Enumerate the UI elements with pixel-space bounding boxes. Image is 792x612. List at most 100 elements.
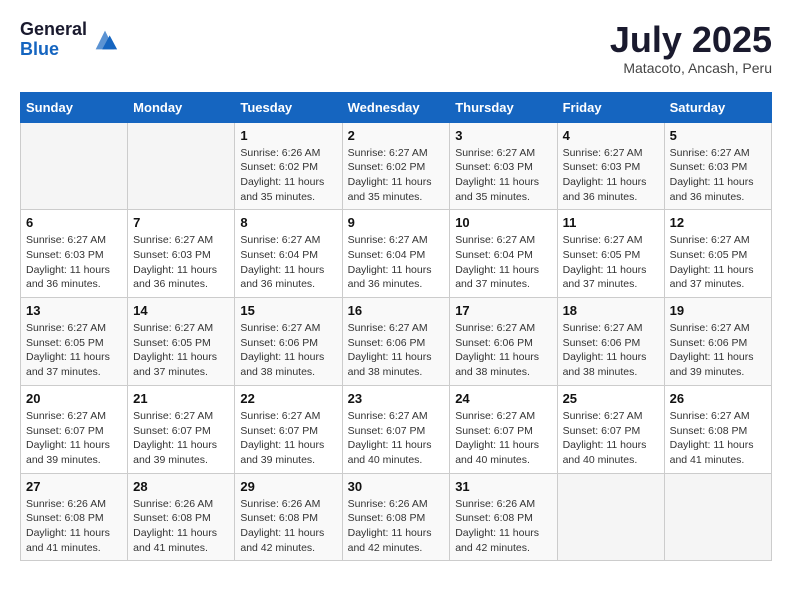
day-number: 26 [670,391,766,406]
day-number: 28 [133,479,229,494]
day-info: Sunrise: 6:27 AM Sunset: 6:05 PM Dayligh… [26,321,122,380]
day-number: 29 [240,479,336,494]
day-info: Sunrise: 6:27 AM Sunset: 6:02 PM Dayligh… [348,146,445,205]
day-number: 5 [670,128,766,143]
day-number: 23 [348,391,445,406]
day-info: Sunrise: 6:27 AM Sunset: 6:08 PM Dayligh… [670,409,766,468]
calendar-cell: 8 Sunrise: 6:27 AM Sunset: 6:04 PM Daylig… [235,210,342,298]
day-info: Sunrise: 6:27 AM Sunset: 6:03 PM Dayligh… [26,233,122,292]
calendar-cell: 1 Sunrise: 6:26 AM Sunset: 6:02 PM Daylig… [235,122,342,210]
day-number: 1 [240,128,336,143]
calendar-cell: 29 Sunrise: 6:26 AM Sunset: 6:08 PM Dayli… [235,473,342,561]
day-info: Sunrise: 6:26 AM Sunset: 6:08 PM Dayligh… [133,497,229,556]
calendar-cell: 7 Sunrise: 6:27 AM Sunset: 6:03 PM Daylig… [128,210,235,298]
calendar-cell: 26 Sunrise: 6:27 AM Sunset: 6:08 PM Dayli… [664,385,771,473]
day-info: Sunrise: 6:27 AM Sunset: 6:07 PM Dayligh… [455,409,551,468]
day-number: 17 [455,303,551,318]
day-number: 16 [348,303,445,318]
day-info: Sunrise: 6:27 AM Sunset: 6:06 PM Dayligh… [348,321,445,380]
title-block: July 2025 Matacoto, Ancash, Peru [610,20,772,76]
month-title: July 2025 [610,20,772,60]
day-info: Sunrise: 6:27 AM Sunset: 6:04 PM Dayligh… [348,233,445,292]
calendar-cell: 3 Sunrise: 6:27 AM Sunset: 6:03 PM Daylig… [450,122,557,210]
calendar-header: SundayMondayTuesdayWednesdayThursdayFrid… [21,92,772,122]
calendar-cell: 11 Sunrise: 6:27 AM Sunset: 6:05 PM Dayli… [557,210,664,298]
calendar-cell: 21Sunrise: 6:27 AM Sunset: 6:07 PM Dayli… [128,385,235,473]
day-info: Sunrise: 6:26 AM Sunset: 6:08 PM Dayligh… [26,497,122,556]
calendar-cell: 19Sunrise: 6:27 AM Sunset: 6:06 PM Dayli… [664,298,771,386]
calendar-week-row: 27 Sunrise: 6:26 AM Sunset: 6:08 PM Dayli… [21,473,772,561]
day-number: 10 [455,215,551,230]
calendar-cell: 13 Sunrise: 6:27 AM Sunset: 6:05 PM Dayli… [21,298,128,386]
location-text: Matacoto, Ancash, Peru [610,60,772,76]
calendar-cell: 25 Sunrise: 6:27 AM Sunset: 6:07 PM Dayli… [557,385,664,473]
day-number: 13 [26,303,122,318]
day-info: Sunrise: 6:27 AM Sunset: 6:07 PM Dayligh… [563,409,659,468]
calendar-cell: 15Sunrise: 6:27 AM Sunset: 6:06 PM Dayli… [235,298,342,386]
calendar-cell: 6 Sunrise: 6:27 AM Sunset: 6:03 PM Daylig… [21,210,128,298]
calendar-cell: 2Sunrise: 6:27 AM Sunset: 6:02 PM Daylig… [342,122,450,210]
day-number: 7 [133,215,229,230]
day-number: 20 [26,391,122,406]
header-cell-thursday: Thursday [450,92,557,122]
day-number: 14 [133,303,229,318]
day-info: Sunrise: 6:27 AM Sunset: 6:05 PM Dayligh… [563,233,659,292]
day-number: 27 [26,479,122,494]
day-info: Sunrise: 6:26 AM Sunset: 6:08 PM Dayligh… [240,497,336,556]
header-cell-friday: Friday [557,92,664,122]
day-info: Sunrise: 6:27 AM Sunset: 6:03 PM Dayligh… [455,146,551,205]
day-info: Sunrise: 6:27 AM Sunset: 6:03 PM Dayligh… [563,146,659,205]
day-number: 25 [563,391,659,406]
header-cell-wednesday: Wednesday [342,92,450,122]
day-info: Sunrise: 6:26 AM Sunset: 6:08 PM Dayligh… [455,497,551,556]
day-info: Sunrise: 6:27 AM Sunset: 6:06 PM Dayligh… [670,321,766,380]
day-number: 18 [563,303,659,318]
calendar-cell: 12Sunrise: 6:27 AM Sunset: 6:05 PM Dayli… [664,210,771,298]
day-number: 24 [455,391,551,406]
day-info: Sunrise: 6:27 AM Sunset: 6:03 PM Dayligh… [670,146,766,205]
logo-blue-text: Blue [20,40,87,60]
day-number: 31 [455,479,551,494]
calendar-cell: 22Sunrise: 6:27 AM Sunset: 6:07 PM Dayli… [235,385,342,473]
calendar-table: SundayMondayTuesdayWednesdayThursdayFrid… [20,92,772,562]
calendar-cell: 27 Sunrise: 6:26 AM Sunset: 6:08 PM Dayli… [21,473,128,561]
day-info: Sunrise: 6:26 AM Sunset: 6:08 PM Dayligh… [348,497,445,556]
calendar-week-row: 13 Sunrise: 6:27 AM Sunset: 6:05 PM Dayli… [21,298,772,386]
calendar-cell: 24 Sunrise: 6:27 AM Sunset: 6:07 PM Dayli… [450,385,557,473]
day-info: Sunrise: 6:27 AM Sunset: 6:07 PM Dayligh… [240,409,336,468]
calendar-cell: 10Sunrise: 6:27 AM Sunset: 6:04 PM Dayli… [450,210,557,298]
header-cell-tuesday: Tuesday [235,92,342,122]
day-number: 9 [348,215,445,230]
day-number: 8 [240,215,336,230]
calendar-week-row: 6 Sunrise: 6:27 AM Sunset: 6:03 PM Daylig… [21,210,772,298]
day-info: Sunrise: 6:27 AM Sunset: 6:06 PM Dayligh… [455,321,551,380]
day-info: Sunrise: 6:27 AM Sunset: 6:06 PM Dayligh… [563,321,659,380]
calendar-cell: 31 Sunrise: 6:26 AM Sunset: 6:08 PM Dayli… [450,473,557,561]
day-info: Sunrise: 6:27 AM Sunset: 6:07 PM Dayligh… [348,409,445,468]
calendar-cell [128,122,235,210]
calendar-cell: 23 Sunrise: 6:27 AM Sunset: 6:07 PM Dayli… [342,385,450,473]
calendar-cell: 16 Sunrise: 6:27 AM Sunset: 6:06 PM Dayli… [342,298,450,386]
calendar-cell [664,473,771,561]
logo-icon [91,26,119,54]
day-number: 3 [455,128,551,143]
calendar-body: 1 Sunrise: 6:26 AM Sunset: 6:02 PM Daylig… [21,122,772,561]
day-info: Sunrise: 6:27 AM Sunset: 6:04 PM Dayligh… [240,233,336,292]
day-number: 11 [563,215,659,230]
header-cell-monday: Monday [128,92,235,122]
calendar-week-row: 1 Sunrise: 6:26 AM Sunset: 6:02 PM Daylig… [21,122,772,210]
header-cell-saturday: Saturday [664,92,771,122]
day-number: 21 [133,391,229,406]
calendar-cell: 5 Sunrise: 6:27 AM Sunset: 6:03 PM Daylig… [664,122,771,210]
day-info: Sunrise: 6:27 AM Sunset: 6:05 PM Dayligh… [133,321,229,380]
calendar-cell [21,122,128,210]
header-cell-sunday: Sunday [21,92,128,122]
day-number: 6 [26,215,122,230]
calendar-cell: 20Sunrise: 6:27 AM Sunset: 6:07 PM Dayli… [21,385,128,473]
day-info: Sunrise: 6:27 AM Sunset: 6:06 PM Dayligh… [240,321,336,380]
logo-general-text: General [20,20,87,40]
day-info: Sunrise: 6:26 AM Sunset: 6:02 PM Dayligh… [240,146,336,205]
day-info: Sunrise: 6:27 AM Sunset: 6:03 PM Dayligh… [133,233,229,292]
calendar-cell: 17 Sunrise: 6:27 AM Sunset: 6:06 PM Dayli… [450,298,557,386]
logo: General Blue [20,20,119,60]
